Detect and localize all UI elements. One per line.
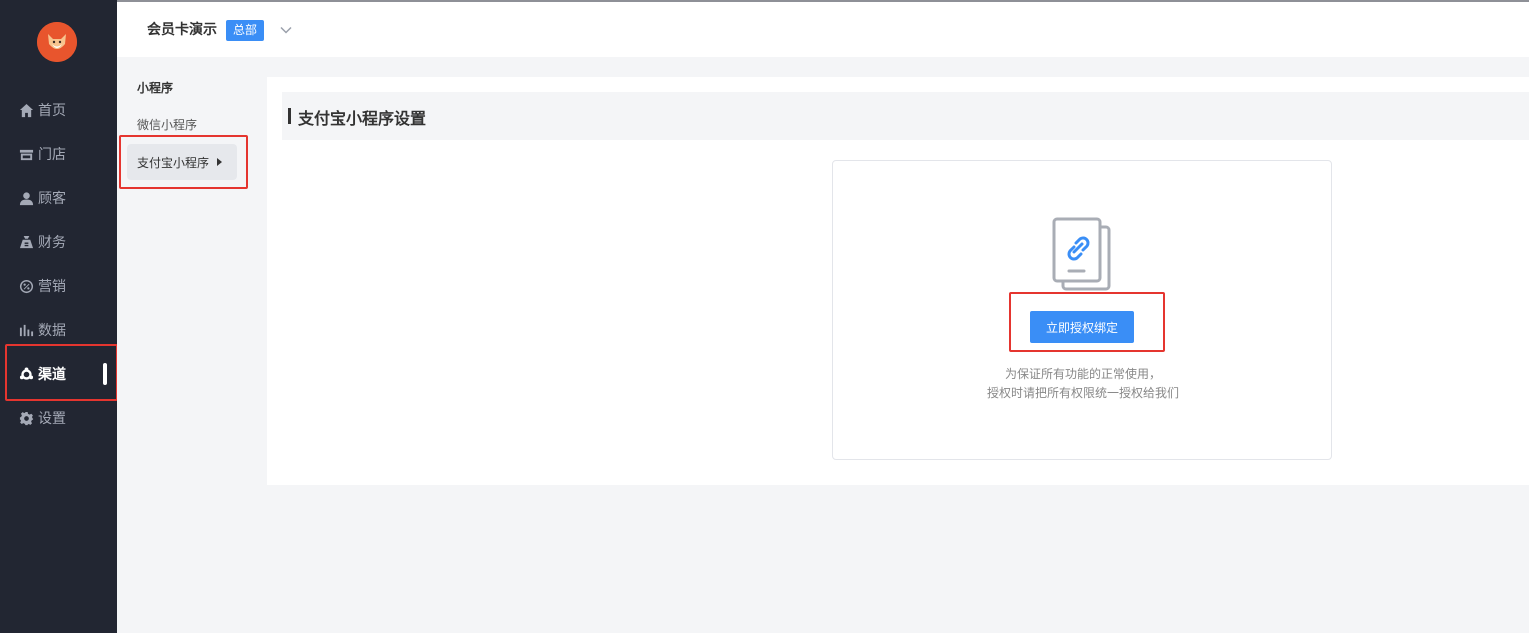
channel-icon [18,366,34,382]
nav-item-label: 数据 [38,323,66,339]
nav-item-channel[interactable]: 渠道 [0,352,117,396]
nav-item-data[interactable]: 数据 [0,308,117,352]
nav-item-store[interactable]: 门店 [0,132,117,176]
auth-hint-line-1: 为保证所有功能的正常使用， [1004,367,1161,381]
discount-icon [18,278,34,294]
store-badge: 总部 [226,20,265,41]
bar-chart-icon [18,322,34,338]
store-icon [18,146,34,162]
fox-logo-icon [37,22,77,62]
sidebar-nav: 首页 门店 顾客 财务 营销 数据 渠道 设置 [0,0,118,633]
top-header: 会员卡演示 总部 [117,0,1529,57]
caret-right-icon [217,158,223,166]
home-icon [18,102,34,118]
nav-item-label: 设置 [38,411,66,427]
nav-item-label: 门店 [38,147,66,163]
nav-item-label: 财务 [38,235,66,251]
submenu-item-label: 支付宝小程序 [137,155,210,170]
nav-item-label: 首页 [38,103,66,119]
nav-item-finance[interactable]: 财务 [0,220,117,264]
section-title-bar [288,108,291,124]
main-panel: 支付宝小程序设置 立即授权绑定 为保证所有功能的正常使用， 授权时请把所有权限统… [267,77,1529,485]
money-bag-icon [18,234,34,250]
brand-logo[interactable] [37,22,77,62]
store-name: 会员卡演示 [147,22,217,38]
link-document-icon [1052,217,1111,291]
nav-item-home[interactable]: 首页 [0,88,117,132]
nav-item-settings[interactable]: 设置 [0,396,117,440]
nav-item-label: 渠道 [38,367,66,383]
user-icon [18,190,34,206]
section-header: 支付宝小程序设置 [282,92,1529,140]
page-title: 支付宝小程序设置 [298,109,427,128]
nav-item-marketing[interactable]: 营销 [0,264,117,308]
nav-item-label: 顾客 [38,191,66,207]
nav-item-label: 营销 [38,279,66,295]
submenu-item-wechat[interactable]: 微信小程序 [127,106,237,142]
gear-icon [18,410,34,426]
sub-menu: 小程序 微信小程序 支付宝小程序 [117,57,267,633]
auth-hint-line-2: 授权时请把所有权限统一授权给我们 [986,386,1179,400]
submenu-item-alipay[interactable]: 支付宝小程序 [127,144,237,180]
active-indicator [103,363,107,385]
submenu-title: 小程序 [137,81,174,95]
authorize-bind-button[interactable]: 立即授权绑定 [1030,311,1134,343]
auth-hint: 为保证所有功能的正常使用， 授权时请把所有权限统一授权给我们 [833,365,1333,403]
submenu-item-label: 微信小程序 [137,117,198,132]
auth-card: 立即授权绑定 为保证所有功能的正常使用， 授权时请把所有权限统一授权给我们 [832,160,1332,460]
nav-item-customers[interactable]: 顾客 [0,176,117,220]
chevron-down-icon[interactable] [279,22,293,36]
